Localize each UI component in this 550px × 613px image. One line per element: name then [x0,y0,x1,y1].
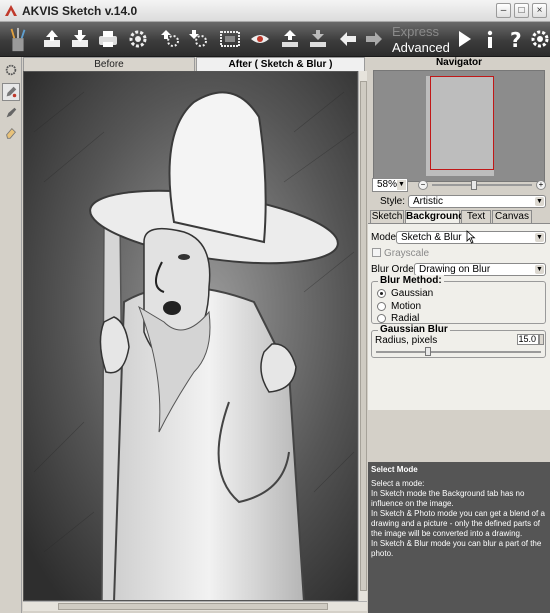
info-icon[interactable] [478,27,502,51]
window-title: AKVIS Sketch v.14.0 [22,4,138,18]
radio-gaussian[interactable] [377,289,386,298]
radius-label: Radius, pixels [375,335,438,346]
zoom-value: 58% [377,179,398,190]
help-question-icon[interactable]: ? [504,27,528,51]
radius-slider-handle[interactable] [425,347,431,356]
style-value: Artistic [413,196,443,207]
akvis-logo-icon [5,5,17,16]
chevron-down-icon: ▼ [535,265,544,274]
print-icon[interactable] [96,27,120,51]
radius-spinner[interactable] [539,334,544,345]
close-button[interactable]: × [532,3,547,18]
grayscale-label: Grayscale [384,248,430,259]
help-line: Select a mode: [371,479,425,488]
canvas-vertical-scrollbar[interactable] [358,71,367,601]
mode-value: Sketch & Blur [401,232,462,243]
blur-method-title: Blur Method: [378,275,444,286]
tool-presets-icon[interactable] [2,61,20,79]
radius-input[interactable]: 15.0 [517,334,539,345]
tab-before[interactable]: Before [23,57,195,71]
tools-column [0,57,22,613]
share-eye-icon[interactable] [248,27,272,51]
horizontal-scroll-thumb[interactable] [58,603,328,610]
tool-brush-icon[interactable] [2,104,20,122]
zoom-select[interactable]: 58% ▼ [372,178,408,192]
navigator-view-frame[interactable] [430,76,494,170]
help-line: In Sketch & Photo mode you can get a ble… [371,509,545,538]
express-mode-button[interactable]: Express [392,24,439,39]
zoom-slider-handle[interactable] [471,180,477,190]
tab-text[interactable]: Text [461,210,491,223]
chevron-down-icon: ▼ [535,197,544,206]
blur-order-value: Drawing on Blur [419,264,491,275]
title-bar: AKVIS Sketch v.14.0 – □ × [0,0,550,22]
canvas-horizontal-scrollbar[interactable] [23,601,367,611]
radius-slider-track[interactable] [376,351,541,353]
view-tabs: Before After ( Sketch & Blur ) [23,57,367,71]
sketch-image [24,72,357,600]
open-image-icon[interactable] [40,27,64,51]
grayscale-checkbox[interactable] [372,248,381,257]
maximize-button[interactable]: □ [514,3,529,18]
undo-arrow-icon[interactable] [336,27,360,51]
chevron-down-icon: ▼ [535,233,544,242]
style-select[interactable]: Artistic ▼ [408,195,546,208]
redo-arrow-icon[interactable] [362,27,386,51]
settings-gear-icon[interactable] [528,27,550,51]
zoom-out-button[interactable]: − [418,180,428,190]
tab-after[interactable]: After ( Sketch & Blur ) [196,57,365,71]
mouse-cursor-icon [466,230,476,244]
advanced-mode-button[interactable]: Advanced [392,40,450,55]
chevron-down-icon: ▼ [397,180,406,190]
help-line: In Sketch & Blur mode you can blur a par… [371,539,542,558]
blur-order-label: Blur Order: [371,264,420,275]
tab-background[interactable]: Background [405,210,464,224]
mode-label: Mode: [371,232,399,243]
tool-pencil-icon[interactable] [2,83,20,101]
tab-sketch[interactable]: Sketch [370,210,404,223]
run-play-icon[interactable] [452,27,476,51]
load-preset-icon[interactable] [158,27,182,51]
help-line: In Sketch mode the Background tab has no… [371,489,525,508]
minimize-button[interactable]: – [496,3,511,18]
import-icon[interactable] [278,27,302,51]
blur-method-group: Blur Method: Gaussian Motion Radial [371,275,546,324]
zoom-slider-track[interactable] [432,184,532,186]
image-canvas[interactable] [23,71,358,601]
radio-radial[interactable] [377,314,386,323]
vertical-scroll-thumb[interactable] [360,81,367,591]
motion-label: Motion [391,301,422,312]
tab-canvas[interactable]: Canvas [492,210,532,223]
save-preset-icon[interactable] [186,27,210,51]
help-panel: Select Mode Select a mode: In Sketch mod… [368,462,550,613]
gaussian-blur-group: Gaussian Blur Radius, pixels 15.0 [371,324,546,358]
svg-text:?: ? [510,28,522,50]
brushes-logo-icon [4,26,32,54]
tool-eraser-icon[interactable] [2,124,20,142]
save-image-icon[interactable] [68,27,92,51]
gaussian-label: Gaussian [391,288,434,299]
navigator-title: Navigator [435,57,483,68]
navigator-preview[interactable] [373,70,545,182]
settings-panel: Navigator 58% ▼ − + Style: Artistic ▼ Sk… [368,57,550,613]
zoom-controls: 58% ▼ − + [372,178,548,192]
radio-motion[interactable] [377,302,386,311]
zoom-in-button[interactable]: + [536,180,546,190]
style-label: Style: [380,196,406,207]
help-title: Select Mode [371,465,418,474]
radial-label: Radial [391,313,420,324]
preferences-gear-icon[interactable] [126,27,150,51]
background-tab-panel: Mode: Sketch & Blur ▼ Grayscale Blur Ord… [368,223,550,410]
export-icon[interactable] [306,27,330,51]
gaussian-blur-title: Gaussian Blur [378,324,450,335]
main-toolbar: Express Advanced ? [0,22,550,57]
canvas-frame-icon[interactable] [218,27,242,51]
